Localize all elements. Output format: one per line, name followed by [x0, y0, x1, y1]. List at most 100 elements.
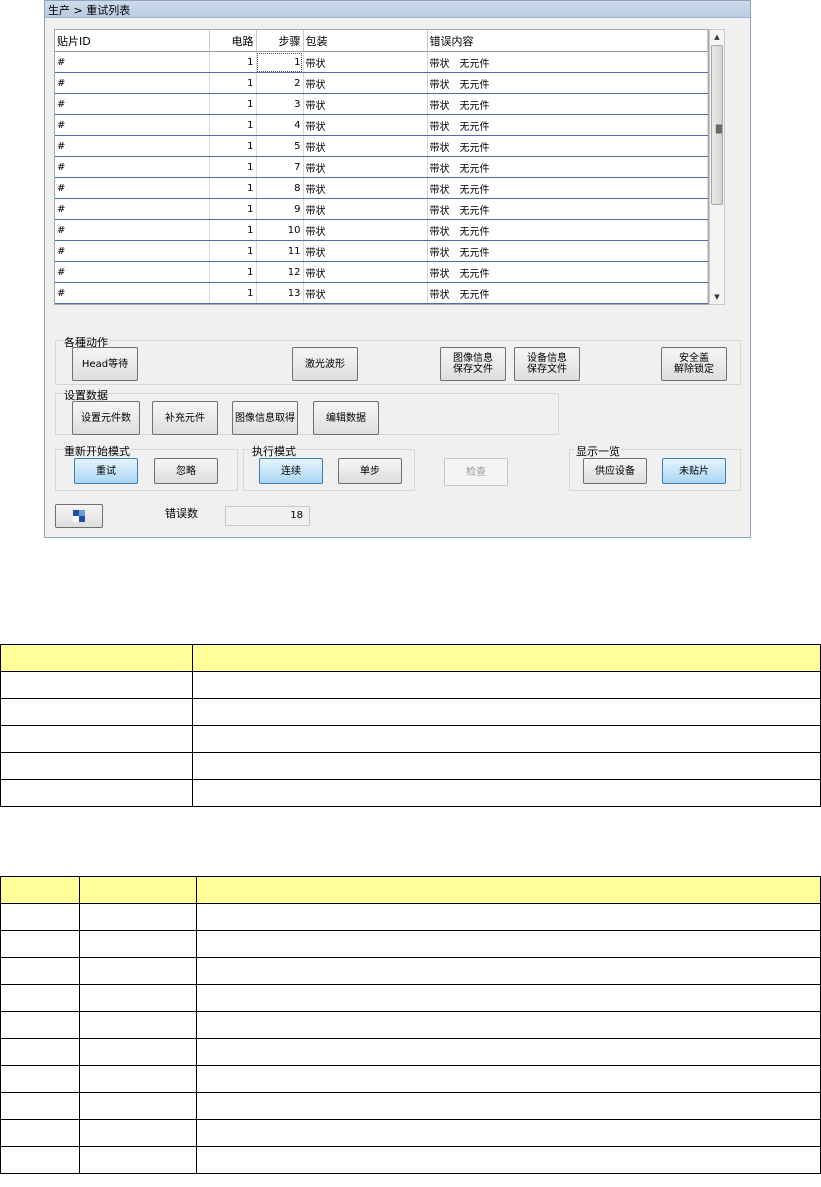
col-header-step[interactable]: 步骤: [256, 30, 304, 52]
blank-table-2: [0, 876, 821, 1174]
cell-mount-id: #: [55, 51, 210, 73]
table2-row: [0, 1092, 821, 1120]
supplement-component-button[interactable]: 补充元件: [152, 401, 218, 435]
grid-header-row: 贴片ID 电路 步骤 包装 错误内容: [55, 30, 708, 52]
table1-row: [0, 671, 821, 699]
cell-error: 带状 无元件: [427, 156, 708, 178]
cell-package: 带状: [303, 219, 428, 241]
safety-cover-unlock-button[interactable]: 安全盖 解除锁定: [661, 347, 727, 381]
cell-step: 1: [256, 51, 304, 73]
table-row[interactable]: #1 11 带状 带状 无元件: [55, 240, 708, 262]
cell-mount-id: #: [55, 240, 210, 262]
cell-package: 带状: [303, 261, 428, 283]
col-header-circuit[interactable]: 电路: [209, 30, 257, 52]
cell-error: 带状 无元件: [427, 282, 708, 304]
table2-row: [0, 1119, 821, 1147]
cell-error: 带状 无元件: [427, 72, 708, 94]
cell-circuit: 1: [209, 135, 257, 157]
table1-header-row: [0, 644, 821, 672]
cell-error: 带状 无元件: [427, 135, 708, 157]
cell-step: 13: [256, 282, 304, 304]
table-row[interactable]: #1 8 带状 带状 无元件: [55, 177, 708, 199]
unmounted-button[interactable]: 未贴片: [662, 458, 726, 484]
table1-header-cell: [0, 644, 193, 672]
cell-step: 10: [256, 219, 304, 241]
save-image-info-button[interactable]: 图像信息 保存文件: [440, 347, 506, 381]
table2-header-cell: [196, 876, 821, 904]
cell-circuit: 1: [209, 219, 257, 241]
cell-step: 11: [256, 240, 304, 262]
cell-error: 带状 无元件: [427, 219, 708, 241]
cell-package: 带状: [303, 282, 428, 304]
table2-row: [0, 957, 821, 985]
cell-error: 带状 无元件: [427, 261, 708, 283]
cell-package: 带状: [303, 240, 428, 262]
retry-button[interactable]: 重试: [74, 458, 138, 484]
grip-icon: ▬ ▬ ▬: [715, 121, 723, 136]
table2-row: [0, 1038, 821, 1066]
cell-step: 4: [256, 114, 304, 136]
table2-row: [0, 984, 821, 1012]
cell-step: 5: [256, 135, 304, 157]
blank-table-1: [0, 644, 821, 807]
set-component-count-button[interactable]: 设置元件数: [72, 401, 140, 435]
table-row[interactable]: #1 4 带状 带状 无元件: [55, 114, 708, 136]
cell-circuit: 1: [209, 240, 257, 262]
cell-mount-id: #: [55, 72, 210, 94]
cell-circuit: 1: [209, 261, 257, 283]
window-toggle-button[interactable]: [55, 504, 103, 528]
cell-package: 带状: [303, 114, 428, 136]
table2-header-row: [0, 876, 821, 904]
cell-error: 带状 无元件: [427, 51, 708, 73]
col-header-mount-id[interactable]: 贴片ID: [55, 30, 210, 52]
table-row[interactable]: #1 9 带状 带状 无元件: [55, 198, 708, 220]
col-header-error[interactable]: 错误内容: [427, 30, 708, 52]
cell-error: 带状 无元件: [427, 198, 708, 220]
cell-package: 带状: [303, 72, 428, 94]
table2-row: [0, 903, 821, 931]
scroll-thumb[interactable]: ▬ ▬ ▬: [711, 45, 723, 205]
window-title: 生产 > 重试列表: [48, 4, 131, 17]
table1-header-cell: [192, 644, 821, 672]
table-row[interactable]: #1 2 带状 带状 无元件: [55, 72, 708, 94]
table2-header-cell: [0, 876, 80, 904]
ignore-button[interactable]: 忽略: [154, 458, 218, 484]
get-image-info-button[interactable]: 图像信息取得: [232, 401, 298, 435]
cell-error: 带状 无元件: [427, 240, 708, 262]
supply-device-button[interactable]: 供应设备: [583, 458, 647, 484]
table-row[interactable]: #1 7 带状 带状 无元件: [55, 156, 708, 178]
scroll-up-icon[interactable]: ▲: [710, 30, 724, 44]
single-step-button[interactable]: 单步: [338, 458, 402, 484]
title-bar: 生产 > 重试列表: [45, 1, 750, 18]
cell-mount-id: #: [55, 93, 210, 115]
window-layout-icon: [73, 510, 85, 522]
cell-circuit: 1: [209, 177, 257, 199]
check-button[interactable]: 检查: [444, 458, 508, 486]
table-row[interactable]: #1 3 带状 带状 无元件: [55, 93, 708, 115]
error-count-value: 18: [225, 506, 310, 526]
grid-vertical-scrollbar[interactable]: ▲ ▬ ▬ ▬ ▼: [709, 29, 725, 305]
retry-grid[interactable]: 贴片ID 电路 步骤 包装 错误内容 #1 1 带状 带状 无元件 #1 2 带状 带状 无元…: [54, 29, 709, 305]
edit-data-button[interactable]: 编辑数据: [313, 401, 379, 435]
table-row[interactable]: #1 13 带状 带状 无元件: [55, 282, 708, 304]
table2-row: [0, 1146, 821, 1174]
scroll-down-icon[interactable]: ▼: [710, 290, 724, 304]
cell-mount-id: #: [55, 282, 210, 304]
cell-package: 带状: [303, 156, 428, 178]
table-row[interactable]: #1 10 带状 带状 无元件: [55, 219, 708, 241]
save-device-info-button[interactable]: 设备信息 保存文件: [514, 347, 580, 381]
cell-mount-id: #: [55, 156, 210, 178]
continuous-button[interactable]: 连续: [259, 458, 323, 484]
table-row[interactable]: #1 5 带状 带状 无元件: [55, 135, 708, 157]
cell-circuit: 1: [209, 156, 257, 178]
col-header-package[interactable]: 包装: [303, 30, 428, 52]
cell-package: 带状: [303, 93, 428, 115]
table-row[interactable]: #1 12 带状 带状 无元件: [55, 261, 708, 283]
table2-row: [0, 1011, 821, 1039]
table-row[interactable]: #1 1 带状 带状 无元件: [55, 51, 708, 73]
head-wait-button[interactable]: Head等待: [72, 347, 138, 381]
cell-step: 9: [256, 198, 304, 220]
actions-group: [55, 340, 741, 385]
laser-wave-button[interactable]: 激光波形: [292, 347, 358, 381]
safety-cover-line1: 安全盖: [679, 353, 709, 364]
